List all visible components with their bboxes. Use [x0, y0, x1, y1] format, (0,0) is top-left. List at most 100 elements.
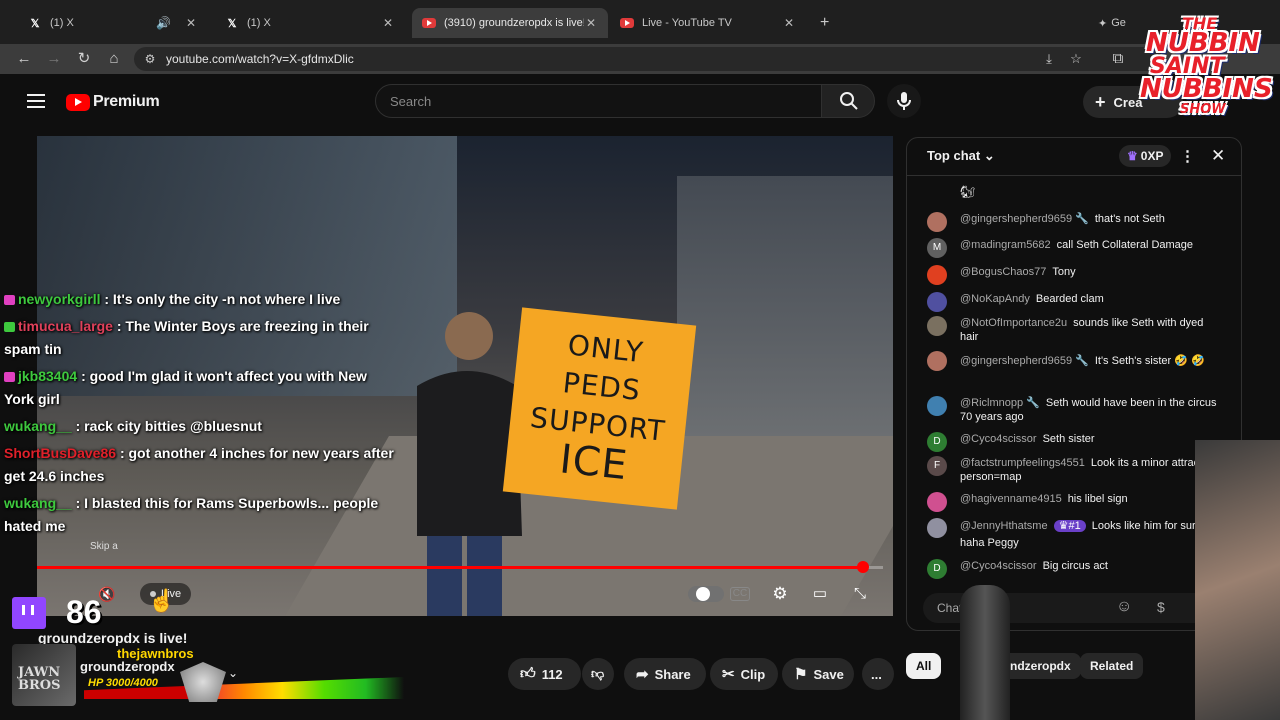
close-icon[interactable]: ✕ — [782, 16, 796, 30]
avatar[interactable] — [927, 292, 947, 312]
chat-author[interactable]: @gingershepherd9659 🔧 — [960, 213, 1089, 225]
member-badge: ♛#1 — [1053, 520, 1086, 532]
back-icon[interactable]: ← — [14, 49, 34, 69]
save-button[interactable]: ⚑ Save — [782, 658, 854, 690]
chat-author[interactable]: @NotOfImportance2u — [960, 317, 1067, 329]
avatar[interactable] — [927, 316, 947, 336]
chat-author[interactable]: @JennyHthatsme — [960, 520, 1048, 532]
clip-button[interactable]: ✂ Clip — [710, 658, 778, 690]
tab-groundzeropdx[interactable]: (3910) groundzeropdx is live! - ✕ — [412, 8, 608, 38]
progress-fill — [37, 566, 863, 569]
gemini-button[interactable]: ✦ Ge — [1088, 8, 1138, 38]
overlay-chat-line: wukang__ : I blasted this for Rams Super… — [4, 492, 394, 538]
chat-text: call Seth Collateral Damage — [1056, 239, 1194, 251]
close-icon[interactable]: ✕ — [184, 16, 198, 30]
gemini-label: Ge — [1111, 17, 1126, 29]
chat-author[interactable]: @Cyco4scissor — [960, 560, 1037, 572]
avatar[interactable] — [927, 265, 947, 285]
install-icon[interactable]: ⤓ — [1039, 49, 1059, 69]
avatar[interactable]: D — [927, 432, 947, 452]
home-icon[interactable]: ⌂ — [104, 49, 124, 69]
chat-message: @JennyHthatsme ♛#1 Looks like him for sure… — [927, 518, 1217, 552]
chat-message: @BogusChaos77 Tony — [927, 265, 1217, 285]
chat-author[interactable]: @madingram5682 — [960, 239, 1051, 251]
share-button[interactable]: ➦ Share — [624, 658, 706, 690]
chat-author[interactable]: @BogusChaos77 — [960, 266, 1046, 278]
avatar[interactable] — [927, 518, 947, 538]
scissors-icon: ✂ — [722, 666, 735, 683]
site-info-icon[interactable]: ⚙ — [140, 49, 160, 69]
youtube-logo[interactable]: Premium — [66, 93, 160, 111]
menu-icon[interactable] — [27, 94, 45, 108]
address-bar[interactable]: ⚙ youtube.com/watch?v=X-gfdmxDlic ⤓ ☆ — [134, 47, 1164, 71]
more-actions-button[interactable]: ... — [862, 658, 894, 690]
avatar[interactable]: M — [927, 238, 947, 258]
avatar[interactable] — [927, 396, 947, 416]
plus-icon: + — [1095, 91, 1106, 112]
chat-message: F @factstrumpfeelings4551 Look its a minor… — [927, 456, 1217, 484]
avatar[interactable] — [927, 212, 947, 232]
top-chat-dropdown[interactable]: Top chat ⌄ — [927, 148, 995, 164]
voice-search-button[interactable] — [887, 84, 921, 118]
chat-author[interactable]: @gingershepherd9659 🔧 — [960, 355, 1089, 367]
scrubber-handle[interactable] — [856, 561, 869, 573]
autoplay-toggle[interactable] — [688, 586, 724, 602]
emoji-picker-icon[interactable]: ☺ — [1116, 598, 1132, 616]
search-button[interactable] — [821, 84, 875, 118]
overlay-chat-line: newyorkgirll : It's only the city -n not… — [4, 288, 394, 311]
chat-author[interactable]: @factstrumpfeelings4551 — [960, 457, 1085, 469]
extensions-icon[interactable]: ⧉ — [1108, 49, 1128, 69]
reload-icon[interactable]: ↻ — [74, 49, 94, 69]
overlay-chat-line: jkb83404 : good I'm glad it won't affect… — [4, 365, 394, 411]
avatar[interactable] — [927, 351, 947, 371]
xp-badge[interactable]: ♛ 0XP — [1119, 145, 1172, 167]
bookmark-star-icon[interactable]: ☆ — [1066, 49, 1086, 69]
tab-x-1[interactable]: 𝕏 (1) X 🔊 ✕ — [18, 8, 208, 38]
share-icon: ➦ — [636, 666, 649, 683]
close-icon[interactable]: ✕ — [381, 16, 395, 30]
chip-channel[interactable]: ndzeropdx — [1002, 653, 1081, 679]
logo-text: NUBBINS — [1140, 74, 1273, 104]
avatar[interactable]: D — [927, 559, 947, 579]
more-vert-icon[interactable]: ⋮ — [1180, 147, 1195, 165]
chat-author[interactable]: @NoKapAndy — [960, 293, 1030, 305]
avatar[interactable] — [927, 492, 947, 512]
chevron-down-icon: ⌄ — [983, 148, 995, 163]
settings-gear-icon[interactable]: ⚙ — [769, 584, 791, 604]
chip-all[interactable]: All — [906, 653, 942, 679]
close-icon[interactable]: ✕ — [584, 16, 598, 30]
tab-youtube-tv[interactable]: Live - YouTube TV ✕ — [610, 8, 806, 38]
channel-name[interactable]: groundzeropdx — [80, 659, 175, 674]
new-tab-button[interactable]: + — [810, 8, 834, 38]
thumbs-down-icon: 👎︎ — [591, 666, 605, 681]
captions-icon[interactable]: CC — [730, 587, 750, 601]
dislike-button[interactable]: 👎︎ — [582, 658, 614, 690]
theater-mode-icon[interactable]: ▭ — [809, 584, 831, 604]
like-button[interactable]: 👍︎ 112 — [508, 658, 581, 690]
fullscreen-icon[interactable]: ⤡ — [849, 584, 871, 604]
close-icon[interactable]: 🔊 — [156, 16, 171, 30]
chat-message: @NotOfImportance2u sounds like Seth with … — [927, 316, 1217, 344]
chat-author[interactable]: @Cyco4scissor — [960, 433, 1037, 445]
channel-avatar[interactable]: JAWN BROS — [12, 644, 76, 706]
tab-title: (3910) groundzeropdx is live! - — [444, 17, 584, 29]
overlay-chat-line: ShortBusDave86 : got another 4 inches fo… — [4, 442, 394, 488]
super-chat-icon[interactable]: $ — [1157, 599, 1165, 615]
video-scene-building-right — [677, 176, 893, 436]
forward-icon[interactable]: → — [44, 49, 64, 69]
chat-message: @NoKapAndy Bearded clam — [927, 292, 1217, 312]
chat-message: D @Cyco4scissor Big circus act — [927, 559, 1217, 579]
avatar[interactable]: F — [927, 456, 947, 476]
chat-text: his libel sign — [1067, 493, 1128, 505]
tab-x-2[interactable]: 𝕏 (1) X ✕ — [215, 8, 405, 38]
chat-author[interactable]: @Riclmnopp 🔧 — [960, 397, 1040, 409]
hand-cursor-icon: ☝ — [148, 588, 176, 613]
chat-message: D @Cyco4scissor Seth sister — [927, 432, 1217, 452]
close-chat-icon[interactable]: ✕ — [1211, 146, 1225, 166]
chat-author[interactable]: @hagivenname4915 — [960, 493, 1062, 505]
chevron-down-icon[interactable]: ⌄ — [228, 666, 238, 680]
xp-value: 0XP — [1140, 149, 1164, 163]
chip-related[interactable]: Related — [1080, 653, 1144, 679]
search-input[interactable]: Search — [375, 84, 822, 118]
show-logo-overlay: THE NUBBIN SAINT NUBBINS SHOW — [1132, 8, 1276, 120]
